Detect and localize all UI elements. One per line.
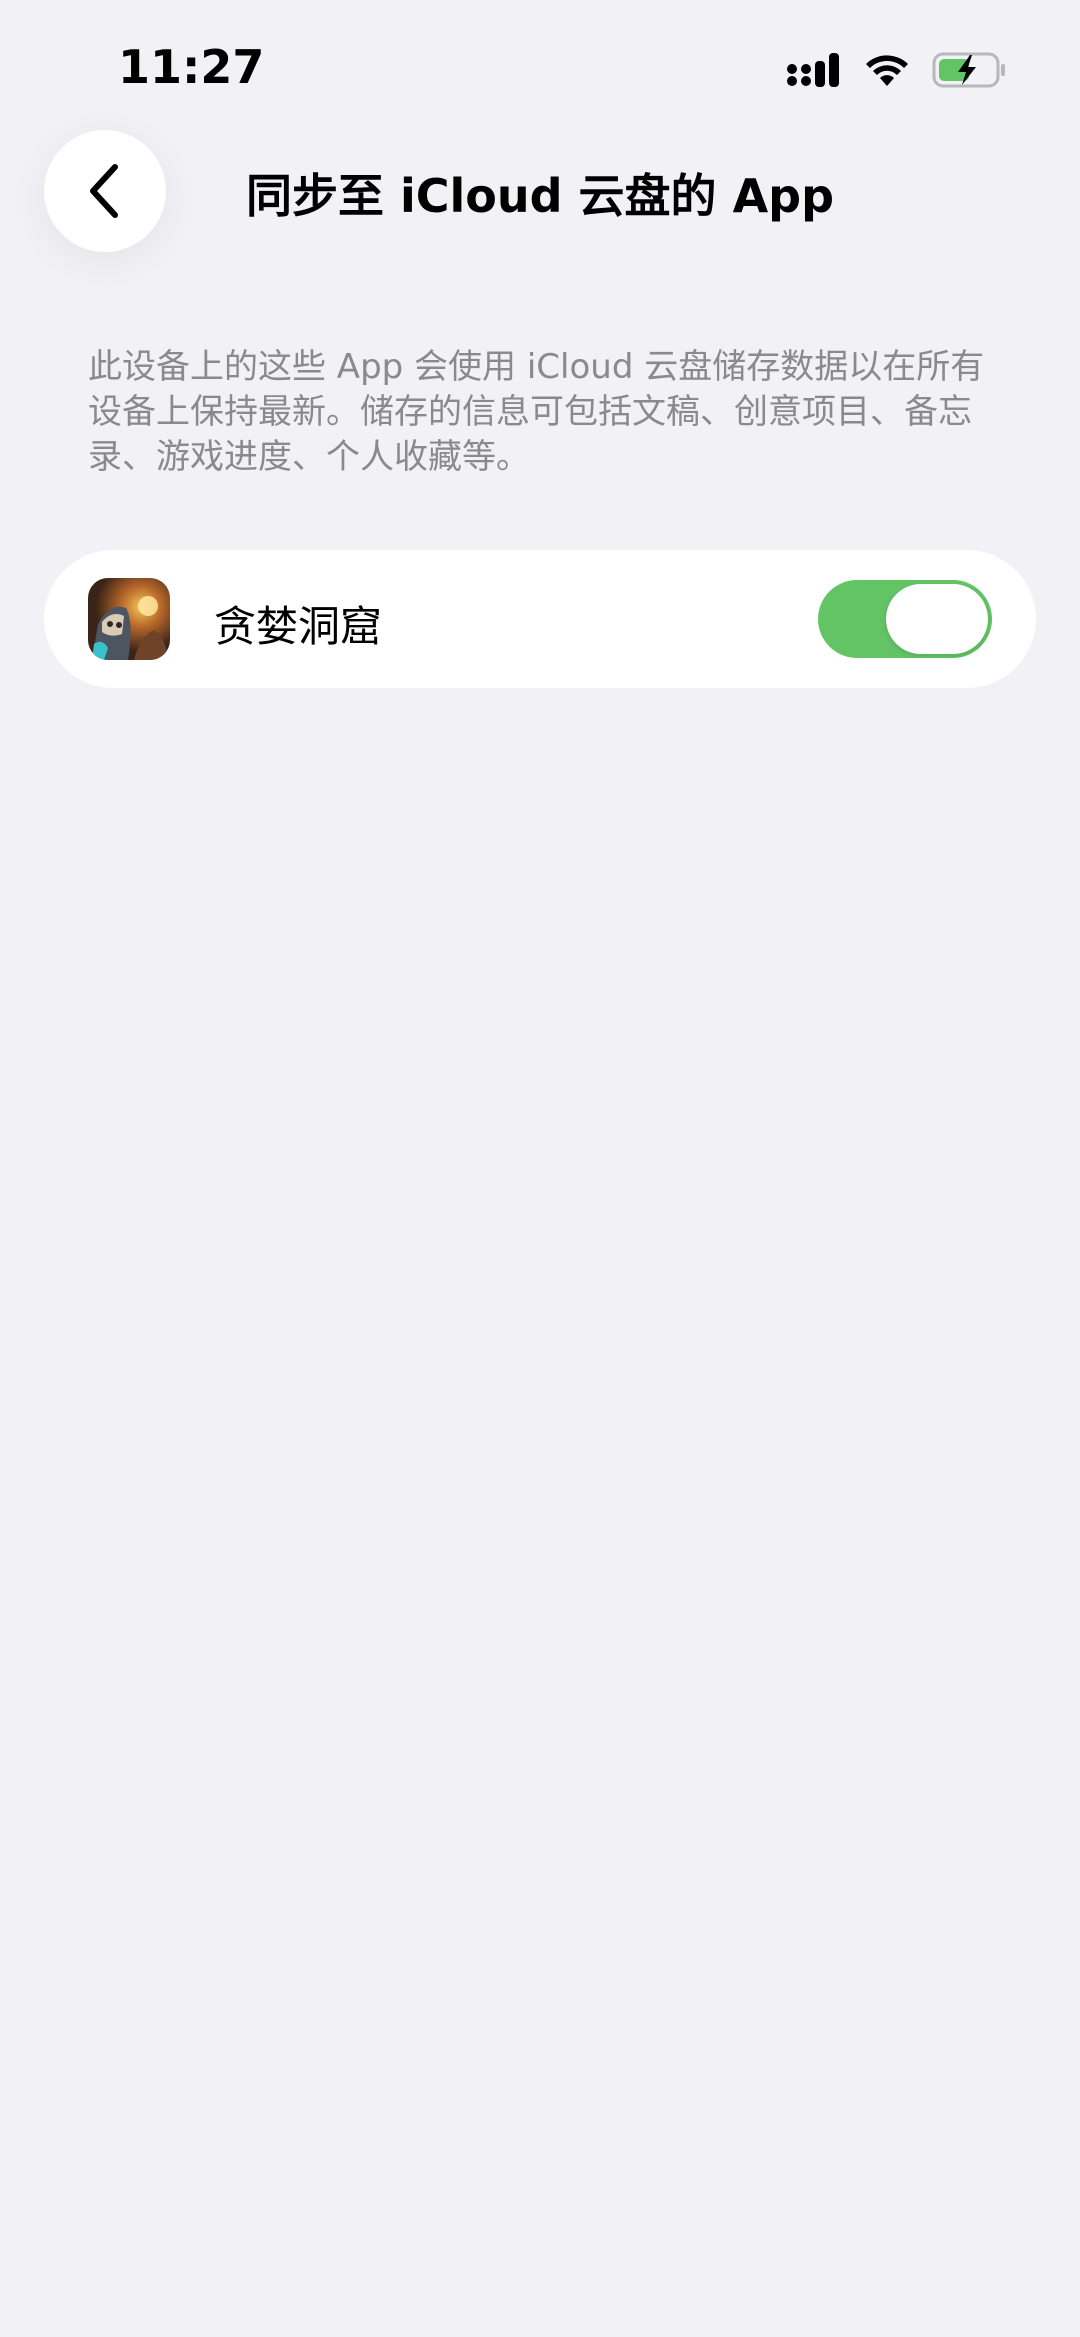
page-title: 同步至 iCloud 云盘的 App [245,169,835,223]
section-description: 此设备上的这些 App 会使用 iCloud 云盘储存数据以在所有设备上保持最新… [88,347,985,477]
cellular-signal-icon [787,53,839,87]
app-icon-greedy-cave [88,578,170,660]
list-item: 贪婪洞窟 [44,550,1036,688]
status-icons [786,48,1008,92]
battery-charging-icon [932,52,1005,88]
app-name: 贪婪洞窟 [214,602,383,651]
status-time: 11:27 [118,40,265,94]
app-list-card: 贪婪洞窟 [44,550,1036,688]
toggle-knob [886,584,988,654]
wifi-icon [866,55,908,86]
sync-toggle[interactable] [818,580,992,658]
